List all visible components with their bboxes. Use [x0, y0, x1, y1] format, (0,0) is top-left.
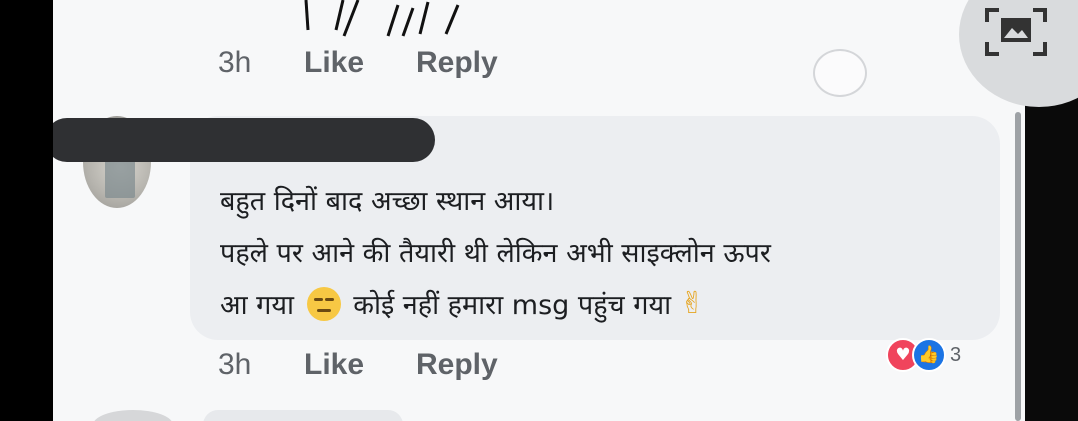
expressionless-face-emoji-icon — [306, 286, 341, 321]
reaction-count: 3 — [950, 343, 962, 366]
comment-line-4-text: कोई नहीं हमारा msg पहुंच गया — [353, 290, 672, 321]
comment-line-3-text: आ गया — [220, 290, 295, 321]
comment-time: 3h — [218, 348, 252, 381]
image-attachment-fragment — [304, 0, 460, 37]
top-comment-meta: 3h Like Reply — [218, 46, 498, 80]
scrollbar[interactable] — [1015, 112, 1021, 421]
reaction-circle-button[interactable] — [813, 49, 867, 97]
picture-in-picture-icon[interactable] — [983, 6, 1049, 58]
comment-meta: 3h Like Reply — [218, 348, 498, 382]
top-comment-time: 3h — [218, 46, 252, 79]
comments-screen: 3h Like Reply बहुत दिनों बाद अच्छा स्थान… — [53, 0, 1025, 421]
next-comment-bubble — [203, 410, 403, 421]
redacted-author-name — [53, 118, 435, 162]
comment-line-3: आ गया कोई नहीं हमारा msg पहुंच गया ✌ — [220, 280, 990, 333]
like-reaction-icon: 👍 — [912, 338, 946, 372]
comment-line-1: बहुत दिनों बाद अच्छा स्थान आया। — [220, 186, 555, 217]
reaction-summary[interactable]: ♥ 👍 3 — [886, 338, 961, 372]
top-comment-like-button[interactable]: Like — [304, 46, 416, 80]
top-comment-reply-button[interactable]: Reply — [416, 46, 498, 80]
victory-hand-emoji-icon: ✌ — [679, 285, 705, 321]
comment-line-2: पहले पर आने की तैयारी थी लेकिन अभी साइक्… — [220, 238, 771, 269]
next-comment-avatar[interactable] — [93, 410, 173, 421]
comment-like-button[interactable]: Like — [304, 348, 416, 382]
comment-reply-button[interactable]: Reply — [416, 348, 498, 382]
comment-body: बहुत दिनों बाद अच्छा स्थान आया। पहले पर … — [220, 176, 990, 333]
